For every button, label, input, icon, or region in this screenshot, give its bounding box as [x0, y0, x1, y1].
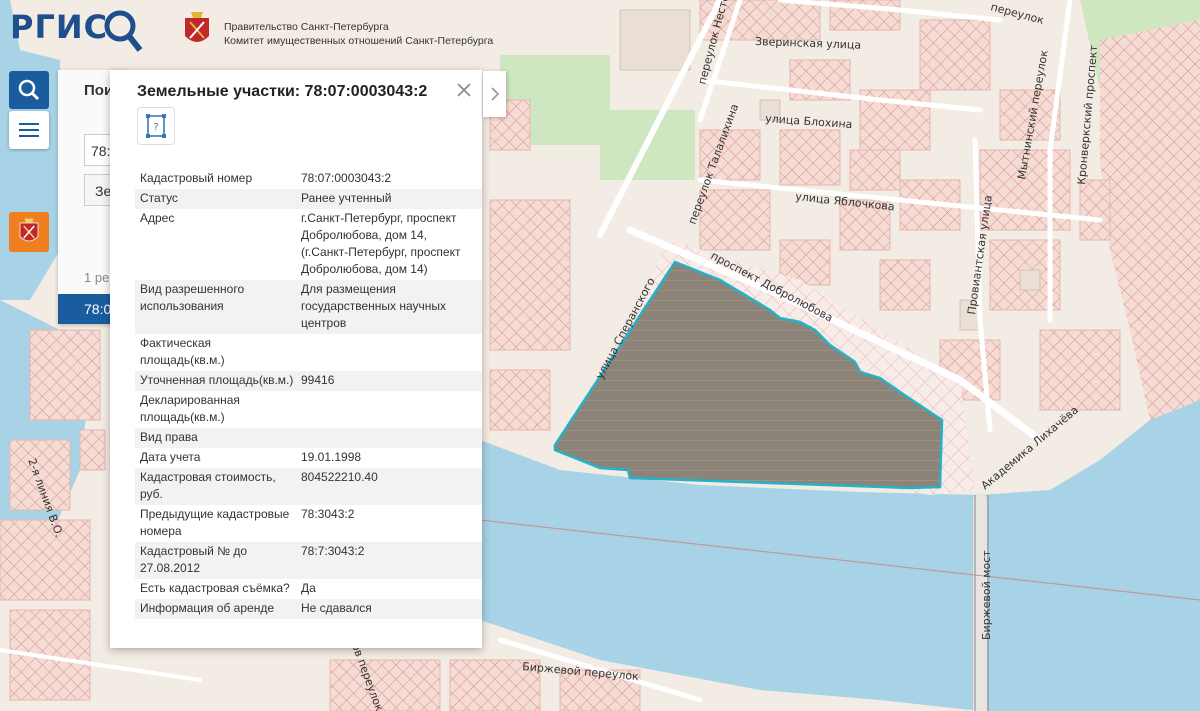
street-label: Биржевой мост [980, 550, 993, 640]
attribute-key: Уточненная площадь(кв.м.) [140, 373, 294, 387]
chevron-right-icon [490, 87, 499, 101]
attribute-key: Декларированная площадь(кв.м.) [140, 393, 240, 424]
attribute-key: Дата учета [140, 450, 201, 464]
zoom-to-parcel-button[interactable]: ? [137, 107, 175, 145]
menu-button[interactable] [9, 111, 49, 149]
rgis-logo: РГИС [10, 8, 109, 46]
attribute-value: Не сдавался [301, 601, 372, 615]
attribute-row: Декларированная площадь(кв.м.) [135, 391, 482, 428]
attribute-value: Да [301, 581, 316, 595]
attribute-row: Есть кадастровая съёмка? Да [135, 579, 482, 599]
attribute-row: Кадастровая стоимость, руб. 804522210.40 [135, 468, 482, 505]
attribute-key: Фактическая площадь(кв.м.) [140, 336, 225, 367]
attribute-key: Кадастровая стоимость, руб. [140, 470, 276, 501]
attribute-value: Ранее учтенный [301, 191, 392, 205]
attribute-row: Вид права [135, 428, 482, 448]
attribute-key: Информация об аренде [140, 601, 275, 615]
attribute-value: 78:3043:2 [301, 507, 355, 521]
attribute-value: 78:7:3043:2 [301, 544, 365, 558]
government-caption: Правительство Санкт-Петербурга Комитет и… [224, 20, 493, 48]
svg-text:?: ? [153, 122, 158, 133]
search-button[interactable] [9, 71, 49, 109]
spb-emblem-icon [185, 12, 209, 42]
parcel-bounds-icon: ? [146, 114, 166, 138]
gov-line-1: Правительство Санкт-Петербурга [224, 21, 389, 33]
attribute-value [301, 392, 482, 426]
attribute-row: Кадастровый номер 78:07:0003043:2 [135, 169, 482, 189]
attribute-value [301, 429, 482, 446]
attribute-key: Статус [140, 191, 178, 205]
attribute-value [301, 335, 482, 369]
attribute-row: Кадастровый № до 27.08.2012 78:7:3043:2 [135, 542, 482, 579]
attribute-table: Кадастровый номер 78:07:0003043:2 Статус Ра… [135, 169, 482, 619]
attribute-value: 19.01.1998 [301, 450, 362, 464]
gov-line-2: Комитет имущественных отношений Санкт-Пе… [224, 35, 494, 47]
hamburger-icon [19, 123, 39, 137]
attribute-row: Статус Ранее учтенный [135, 189, 482, 209]
attribute-key: Адрес [140, 211, 175, 225]
close-icon[interactable] [456, 82, 472, 98]
attribute-key: Кадастровый № до 27.08.2012 [140, 544, 248, 575]
attribute-row: Дата учета 19.01.1998 [135, 448, 482, 468]
attribute-row: Вид разрешенного использования Для размещ… [135, 280, 482, 334]
attribute-key: Предыдущие кадастровые номера [140, 507, 290, 538]
attribute-value: г.Санкт-Петербург, проспект Добролюбова,… [301, 211, 461, 276]
attribute-key: Вид права [140, 430, 198, 444]
attribute-value: Для размещения государственных научных ц… [301, 282, 447, 330]
attribute-key: Вид разрешенного использования [140, 282, 245, 313]
popup-collapse-button[interactable] [483, 71, 506, 117]
attribute-value: 78:07:0003043:2 [301, 171, 392, 185]
popup-title: Земельные участки: 78:07:0003043:2 [137, 83, 428, 100]
search-panel-title: Пои [84, 82, 114, 99]
parcel-info-popup: Земельные участки: 78:07:0003043:2 ? Кад… [110, 70, 482, 648]
city-layer-button[interactable] [9, 212, 49, 252]
attribute-row: Адрес г.Санкт-Петербург, проспект Добролю… [135, 209, 482, 280]
attribute-key: Есть кадастровая съёмка? [140, 581, 290, 595]
attribute-row: Предыдущие кадастровые номера 78:3043:2 [135, 505, 482, 542]
attribute-row: Уточненная площадь(кв.м.) 99416 [135, 371, 482, 391]
attribute-value: 804522210.40 [301, 470, 378, 484]
magnifier-logo-icon [104, 10, 143, 52]
attribute-value: 99416 [301, 373, 335, 387]
attribute-row: Информация об аренде Не сдавался [135, 599, 482, 619]
attribute-key: Кадастровый номер [140, 171, 253, 185]
spb-emblem-icon [19, 218, 39, 242]
result-count: 1 ре [84, 270, 110, 285]
search-icon [18, 79, 40, 101]
attribute-row: Фактическая площадь(кв.м.) [135, 334, 482, 371]
